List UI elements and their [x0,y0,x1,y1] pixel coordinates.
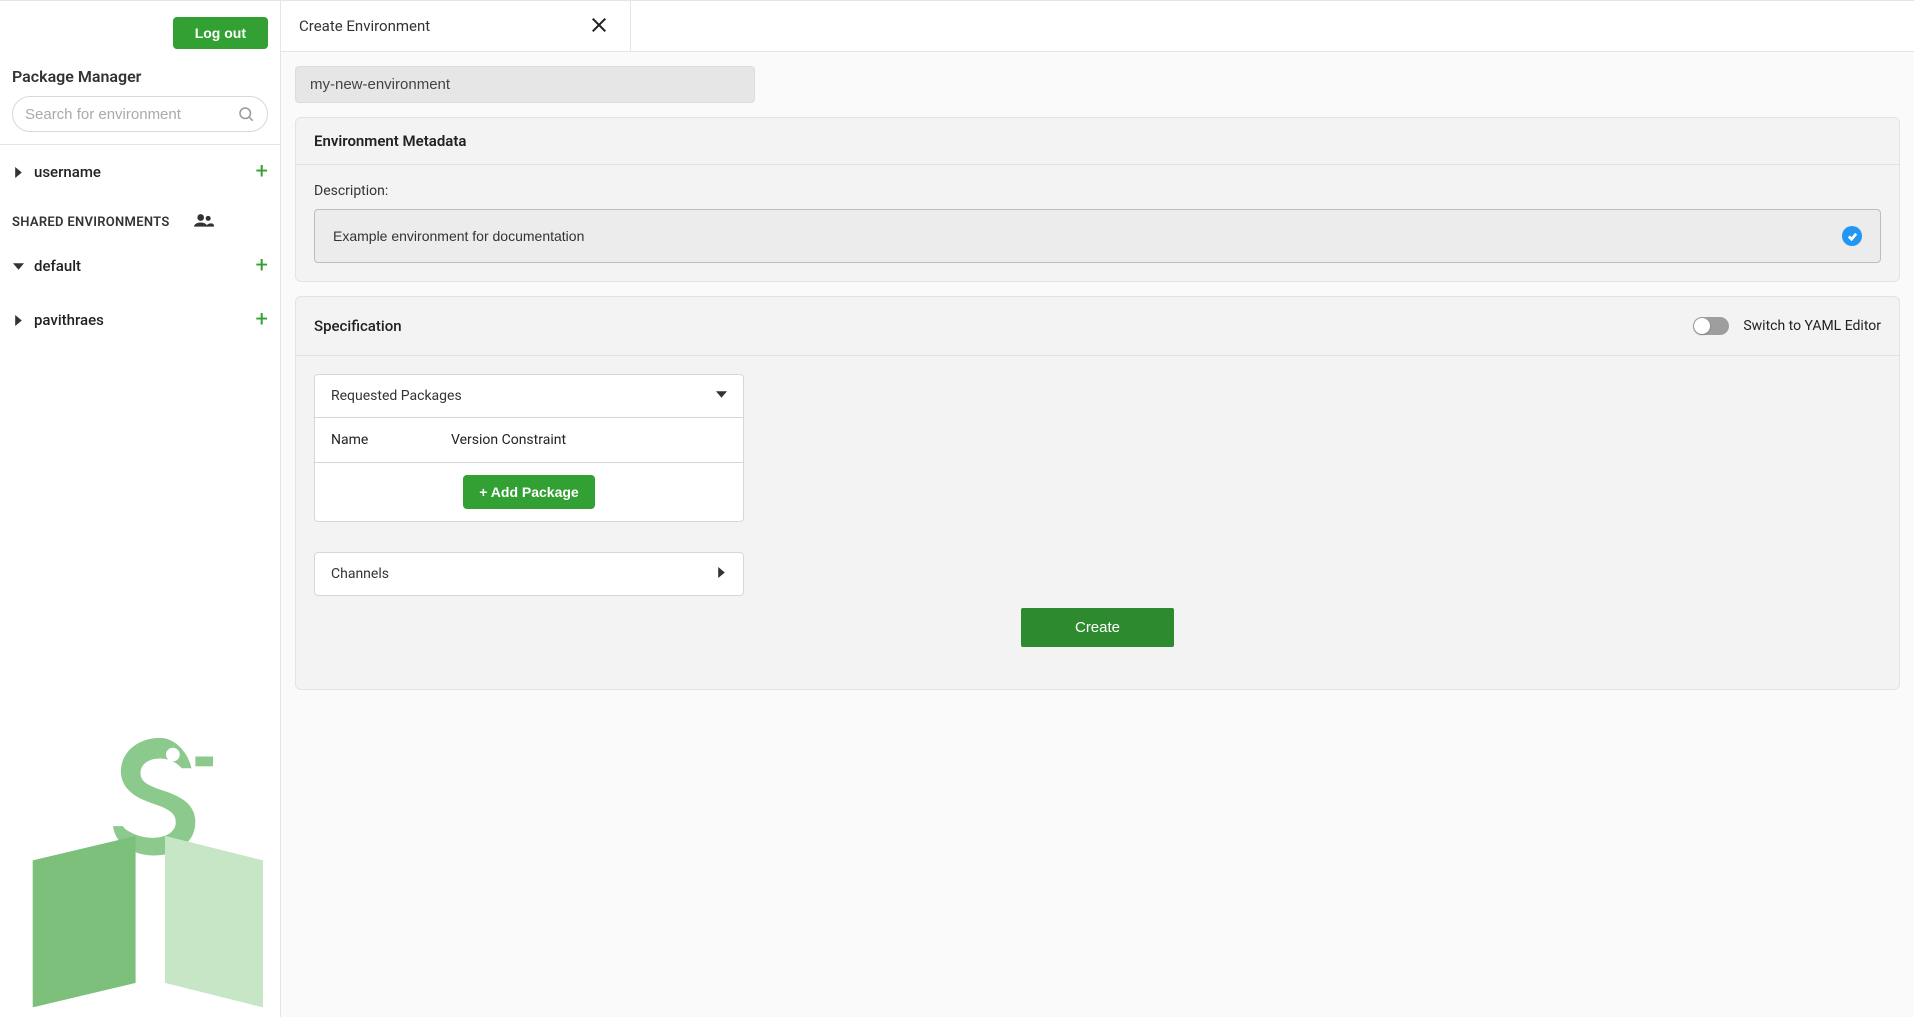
group-icon [194,213,214,231]
search-icon [237,105,255,123]
requested-packages-panel: Requested Packages Name Version Constrai… [314,374,744,522]
requested-packages-header[interactable]: Requested Packages [315,375,743,418]
main: Create Environment Environment Metadata … [281,1,1914,1017]
sidebar-item-pavithraes[interactable]: pavithraes + [0,293,280,347]
tab-title: Create Environment [299,17,430,35]
sidebar: Log out Package Manager username + SHARE… [0,1,281,1017]
close-icon [590,16,608,34]
tab-create-environment[interactable]: Create Environment [281,1,631,51]
add-env-button[interactable]: + [256,161,268,183]
specification-card: Specification Switch to YAML Editor Requ… [295,296,1900,690]
search-input[interactable] [25,106,237,123]
create-button[interactable]: Create [1021,608,1174,647]
add-env-button[interactable]: + [256,255,268,277]
close-tab-button[interactable] [586,12,612,41]
yaml-toggle-label: Switch to YAML Editor [1743,318,1881,334]
search-input-wrap[interactable] [12,96,268,132]
sidebar-item-label: pavithraes [34,311,256,329]
description-input[interactable] [333,228,1832,244]
topbar: Create Environment [281,1,1914,52]
environment-name-input[interactable] [295,66,755,103]
chevron-down-icon [716,388,727,404]
description-input-wrap[interactable] [314,209,1881,263]
sidebar-item-default[interactable]: default + [0,239,280,293]
environment-metadata-card: Environment Metadata Description: [295,117,1900,282]
chevron-right-icon [12,314,24,326]
column-name: Name [331,432,451,448]
add-package-button[interactable]: + Add Package [463,475,594,509]
yaml-editor-toggle[interactable] [1693,317,1729,335]
column-version: Version Constraint [451,432,566,448]
check-icon [1842,226,1862,246]
channels-header[interactable]: Channels [315,553,743,595]
sidebar-item-label: username [34,163,256,181]
channels-panel: Channels [314,552,744,596]
chevron-right-icon [12,166,24,178]
shared-environments-heading: SHARED ENVIRONMENTS [0,199,280,239]
specification-title: Specification [314,317,402,335]
sidebar-item-username[interactable]: username + [0,145,280,199]
logo [0,733,280,1007]
app-title: Package Manager [0,61,280,96]
add-env-button[interactable]: + [256,309,268,331]
sidebar-item-label: default [34,257,256,275]
logout-button[interactable]: Log out [173,17,268,49]
chevron-down-icon [12,260,24,272]
description-label: Description: [314,183,1881,199]
environment-metadata-header: Environment Metadata [296,118,1899,165]
chevron-right-icon [716,566,727,582]
